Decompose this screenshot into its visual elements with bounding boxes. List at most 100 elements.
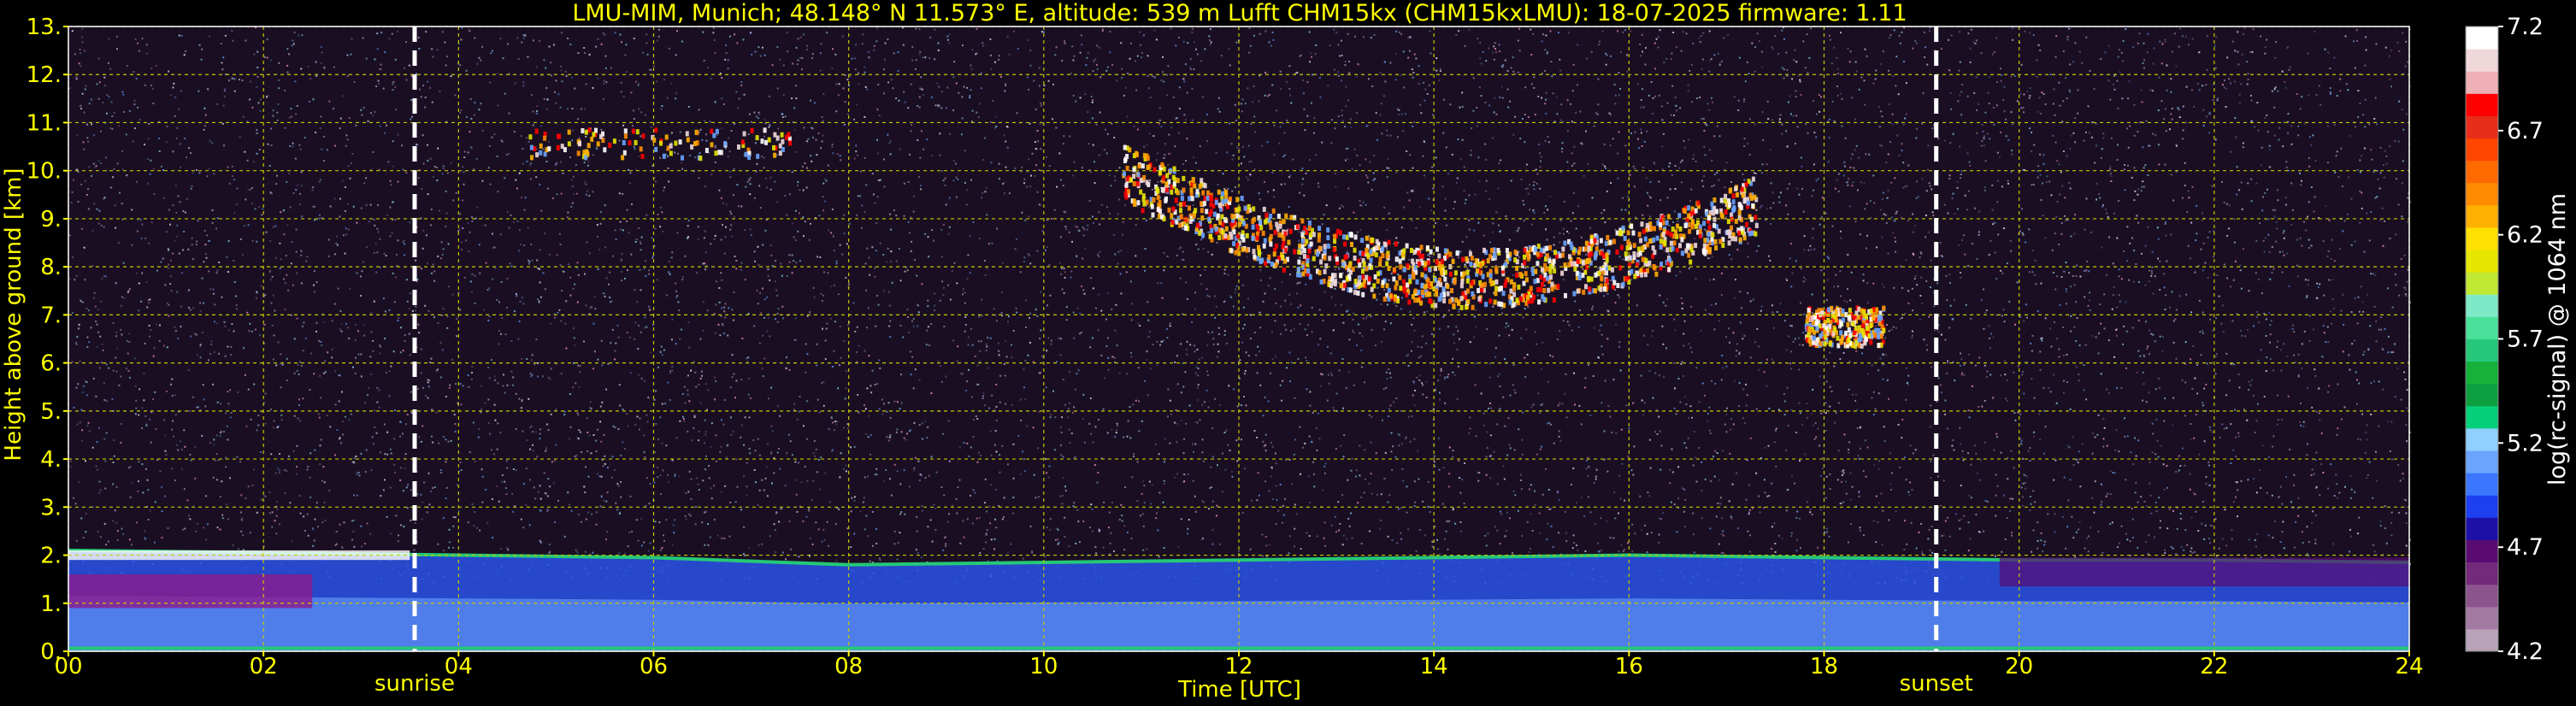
noise-speck xyxy=(1445,146,1447,149)
noise-speck xyxy=(793,409,795,411)
noise-speck xyxy=(309,352,312,355)
noise-speck xyxy=(1755,250,1758,252)
noise-speck xyxy=(786,356,787,359)
noise-speck xyxy=(1110,185,1112,187)
noise-speck xyxy=(1359,256,1362,259)
noise-speck xyxy=(327,255,330,257)
noise-speck xyxy=(301,325,304,327)
noise-speck xyxy=(934,528,937,531)
noise-speck xyxy=(542,272,545,274)
noise-speck xyxy=(1845,480,1847,483)
noise-speck xyxy=(1234,186,1236,188)
noise-speck xyxy=(855,144,858,147)
noise-speck xyxy=(1795,61,1798,63)
noise-speck xyxy=(1624,144,1627,147)
noise-speck xyxy=(993,548,995,550)
noise-speck xyxy=(770,254,773,256)
noise-speck xyxy=(1960,358,1963,361)
noise-speck xyxy=(1248,51,1251,54)
noise-speck xyxy=(167,248,169,250)
noise-speck xyxy=(2109,493,2112,496)
noise-speck xyxy=(2237,432,2240,434)
noise-speck xyxy=(1183,480,1186,482)
noise-speck xyxy=(1829,34,1830,37)
noise-speck xyxy=(1302,79,1304,81)
noise-speck xyxy=(1527,192,1530,195)
noise-speck xyxy=(719,450,722,453)
noise-speck xyxy=(907,107,910,109)
noise-speck xyxy=(1105,318,1107,321)
noise-speck xyxy=(229,477,231,479)
noise-speck xyxy=(529,373,532,375)
noise-speck xyxy=(1339,522,1341,525)
noise-speck xyxy=(2361,155,2362,157)
noise-speck xyxy=(877,303,880,306)
noise-speck xyxy=(653,481,656,484)
noise-speck xyxy=(704,511,706,514)
noise-speck xyxy=(976,461,979,463)
noise-speck xyxy=(2118,199,2120,202)
noise-speck xyxy=(1342,120,1344,122)
noise-speck xyxy=(986,267,988,269)
noise-speck xyxy=(823,271,825,274)
noise-speck xyxy=(1858,156,1860,159)
noise-speck xyxy=(1774,550,1777,553)
noise-speck xyxy=(1083,292,1086,295)
noise-speck xyxy=(1506,322,1508,325)
noise-speck xyxy=(251,106,254,109)
noise-speck xyxy=(2373,117,2376,120)
noise-speck xyxy=(75,386,78,389)
noise-speck xyxy=(828,229,830,232)
noise-speck xyxy=(433,175,434,178)
noise-speck xyxy=(1994,50,1995,53)
noise-speck xyxy=(681,40,683,43)
noise-speck xyxy=(1934,329,1936,332)
noise-speck xyxy=(822,529,825,532)
noise-speck xyxy=(276,174,278,177)
noise-speck xyxy=(249,98,251,101)
noise-speck xyxy=(1848,61,1851,63)
noise-speck xyxy=(2155,453,2157,456)
noise-speck xyxy=(1568,324,1571,327)
noise-speck xyxy=(934,28,936,31)
noise-speck xyxy=(2263,396,2266,397)
noise-speck xyxy=(910,130,912,132)
noise-speck xyxy=(2306,215,2308,218)
noise-speck xyxy=(2089,299,2091,302)
noise-speck xyxy=(795,46,798,49)
noise-speck xyxy=(1847,254,1849,256)
noise-speck xyxy=(1855,350,1858,352)
noise-speck xyxy=(1317,344,1320,346)
noise-speck xyxy=(197,90,200,92)
noise-speck xyxy=(697,226,699,228)
noise-speck xyxy=(810,99,811,102)
noise-speck xyxy=(1448,520,1451,522)
noise-speck xyxy=(2403,371,2406,374)
noise-speck xyxy=(431,101,433,103)
noise-speck xyxy=(2113,88,2116,91)
noise-speck xyxy=(341,546,344,549)
noise-speck xyxy=(1461,138,1464,141)
noise-speck xyxy=(1006,146,1009,149)
noise-speck xyxy=(1035,497,1037,499)
noise-speck xyxy=(1299,322,1301,325)
noise-speck xyxy=(2000,451,2002,454)
noise-speck xyxy=(864,350,866,352)
noise-speck xyxy=(2269,324,2272,327)
noise-speck xyxy=(1774,543,1777,544)
noise-speck xyxy=(1556,338,1559,340)
noise-speck xyxy=(2308,315,2311,317)
noise-speck xyxy=(467,374,469,376)
noise-speck xyxy=(1253,85,1255,87)
noise-speck xyxy=(445,64,447,67)
noise-speck xyxy=(1786,279,1789,281)
noise-speck xyxy=(2054,513,2056,515)
noise-speck xyxy=(875,325,877,327)
noise-speck xyxy=(2405,512,2408,515)
noise-speck xyxy=(1098,255,1100,257)
noise-speck xyxy=(719,334,722,337)
noise-speck xyxy=(421,247,424,250)
noise-speck xyxy=(1739,321,1742,324)
noise-speck xyxy=(2170,113,2172,115)
noise-speck xyxy=(390,184,392,186)
